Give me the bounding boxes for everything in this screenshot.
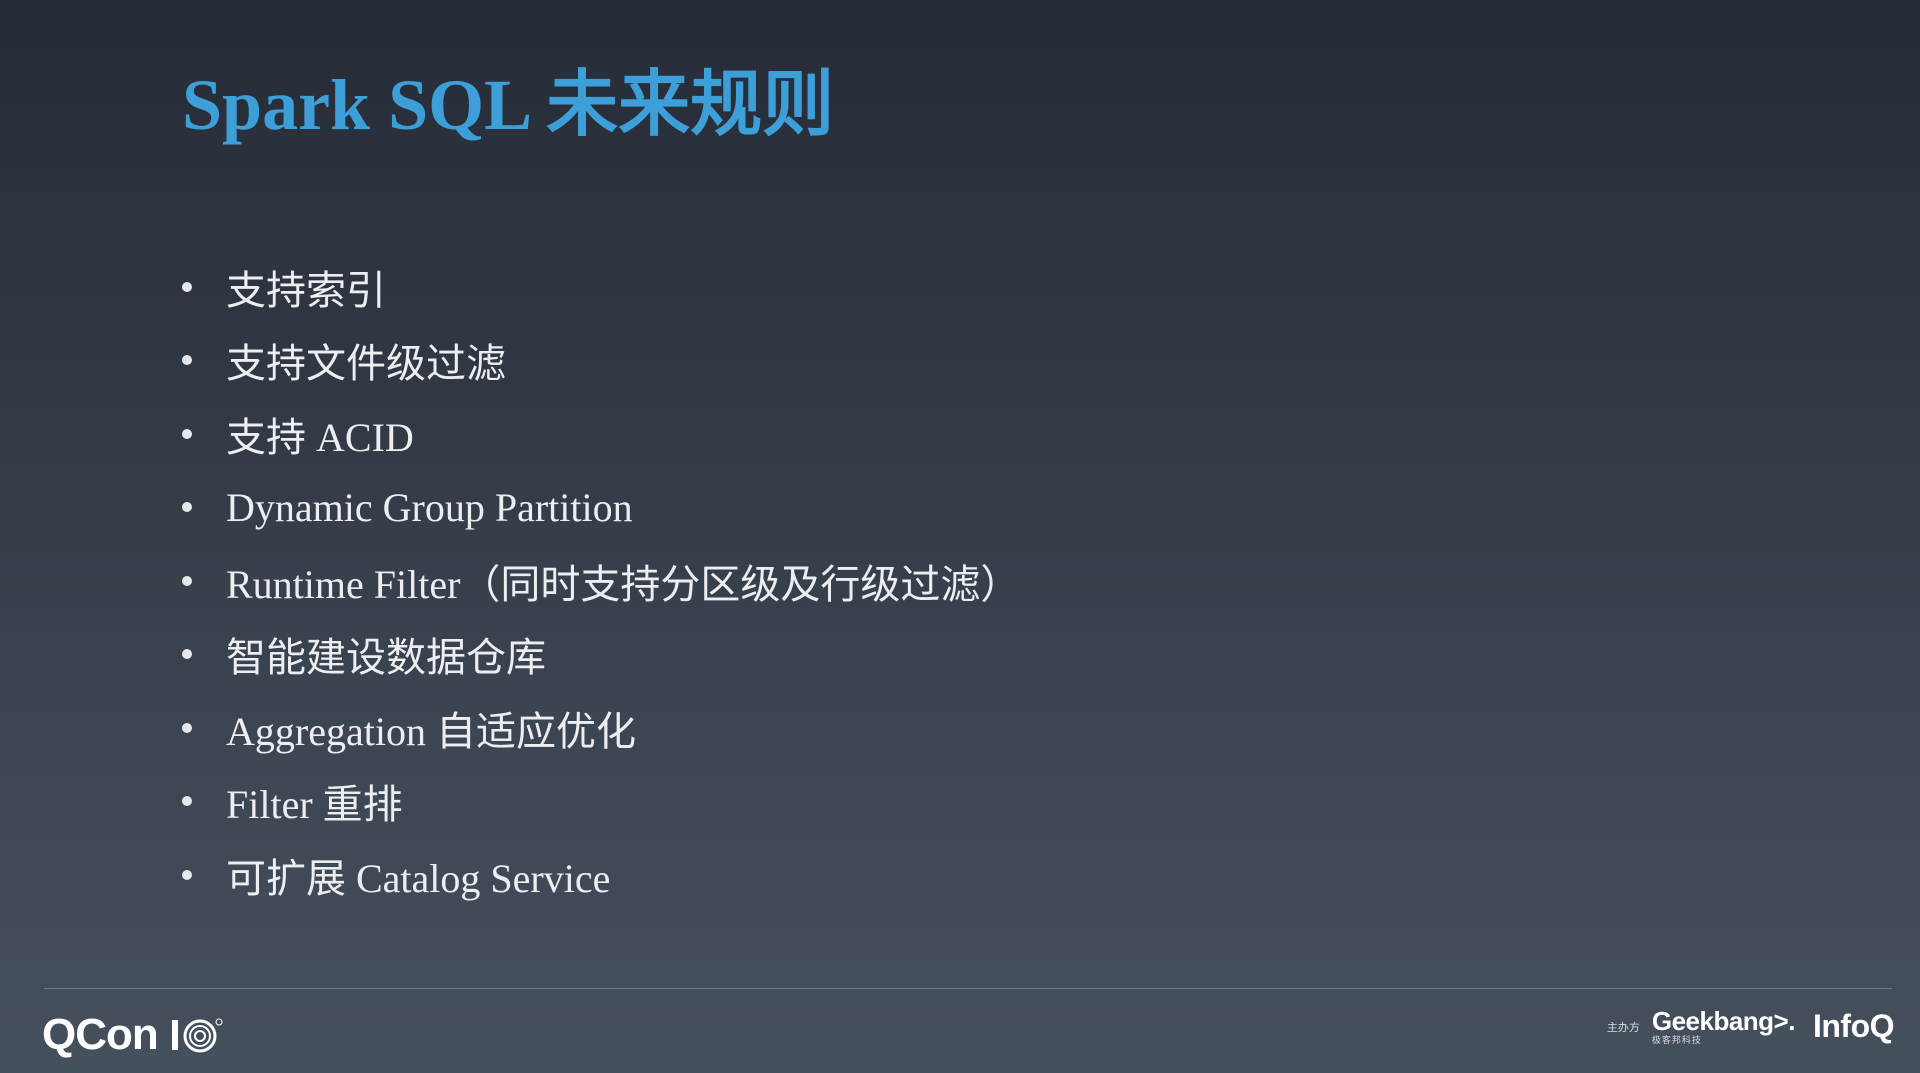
bullet-item: Aggregation 自适应优化	[182, 691, 1020, 765]
bullet-text: 智能建设数据仓库	[226, 635, 546, 681]
infoq-logo: InfoQ	[1812, 1008, 1895, 1044]
bullet-item: Runtime Filter（同时支持分区级及行级过滤）	[182, 544, 1020, 618]
qcon-logo: QCon	[42, 1010, 226, 1060]
slide-title: Spark SQL 未来规则	[182, 65, 835, 145]
bullet-dot-icon	[182, 796, 192, 807]
bullet-item: Dynamic Group Partition	[182, 471, 1020, 545]
bullet-text: 支持 ACID	[226, 414, 414, 460]
bullet-text: Dynamic Group Partition	[226, 484, 633, 530]
bullet-dot-icon	[182, 869, 192, 880]
bullet-text: Aggregation 自适应优化	[226, 708, 636, 754]
bullet-text: 支持索引	[226, 267, 386, 313]
bullet-text: 可扩展 Catalog Service	[226, 855, 611, 901]
bullet-item: 支持索引	[182, 250, 1020, 324]
qcon-ten-mark-icon	[171, 1018, 223, 1053]
bullet-text: Runtime Filter（同时支持分区级及行级过滤）	[226, 561, 1021, 607]
bullet-dot-icon	[182, 428, 192, 439]
bullet-list: 支持索引 支持文件级过滤 支持 ACID Dynamic Group Parti…	[182, 250, 1020, 912]
bullet-text: Filter 重排	[226, 782, 403, 828]
bullet-dot-icon	[182, 722, 192, 733]
bullet-text: 支持文件级过滤	[226, 341, 506, 387]
bullet-dot-icon	[182, 649, 192, 660]
bullet-item: 智能建设数据仓库	[182, 618, 1020, 692]
geekbang-logo-text: Geekbang>.	[1651, 1006, 1796, 1036]
qcon-logo-text: QCon	[42, 1010, 159, 1059]
footer-divider	[44, 988, 1892, 989]
geekbang-logo-subtext: 极客邦科技	[1651, 1035, 1702, 1045]
bullet-item: 支持文件级过滤	[182, 324, 1020, 398]
bullet-dot-icon	[182, 281, 192, 292]
geekbang-logo: Geekbang>. 极客邦科技	[1651, 1006, 1796, 1045]
bullet-item: 可扩展 Catalog Service	[182, 838, 1020, 912]
bullet-item: Filter 重排	[182, 765, 1020, 839]
bullet-dot-icon	[182, 355, 192, 366]
sponsor-logos: 主办方 Geekbang>. 极客邦科技 InfoQ	[1606, 1006, 1895, 1045]
bullet-item: 支持 ACID	[182, 397, 1020, 471]
bullet-dot-icon	[182, 575, 192, 586]
bullet-dot-icon	[182, 502, 192, 513]
sponsor-label: 主办方	[1606, 1021, 1640, 1034]
